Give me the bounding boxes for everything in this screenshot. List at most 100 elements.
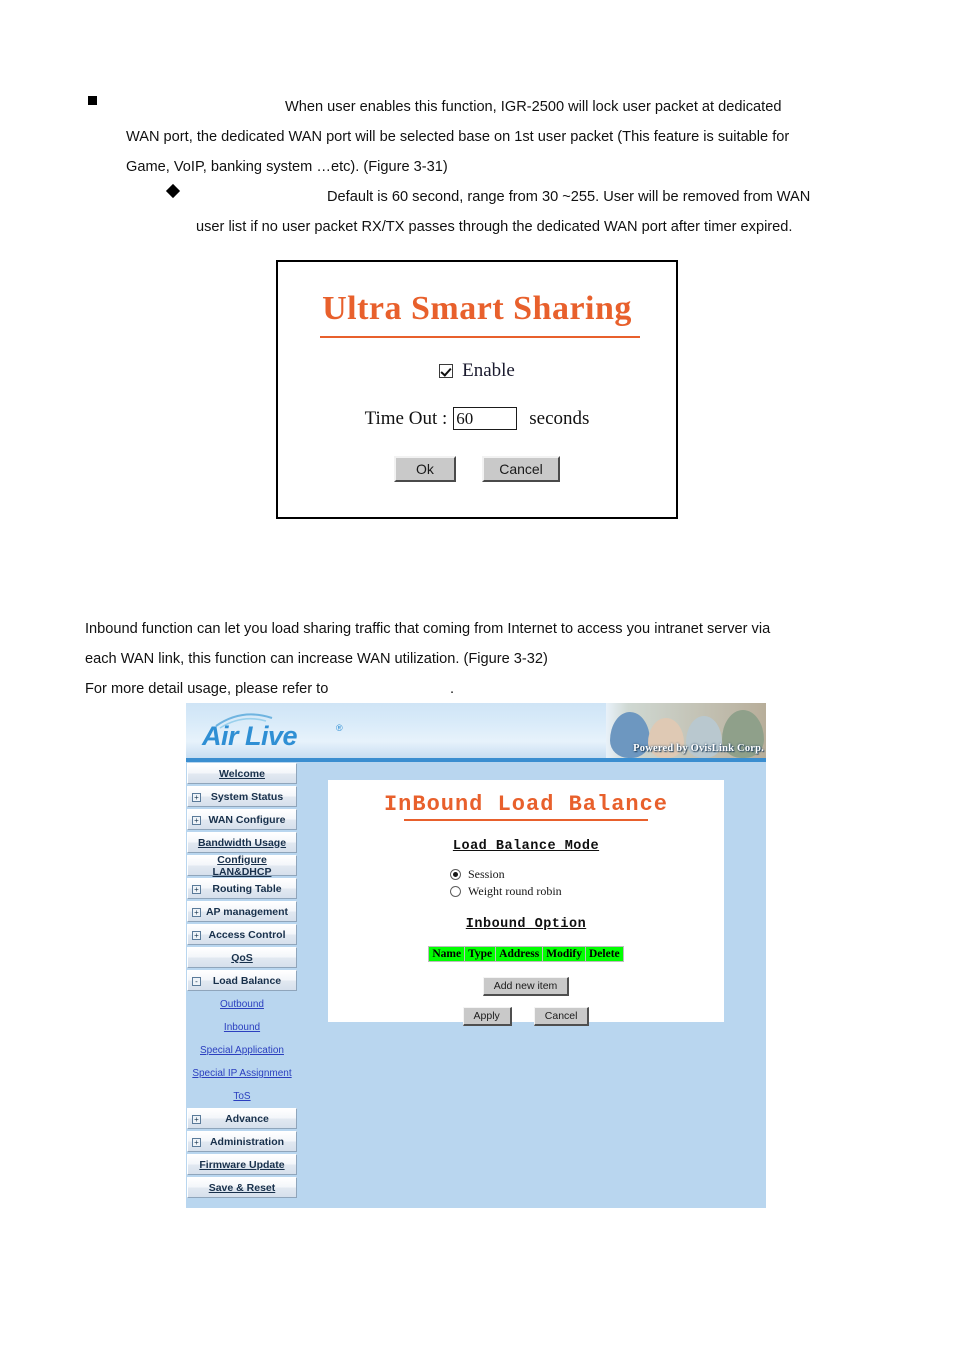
sidebar-item-label: Save & Reset (208, 1181, 276, 1194)
sidebar-item-outbound[interactable]: Outbound (187, 993, 297, 1016)
sidebar-item-label: AP management (205, 905, 289, 918)
sidebar-item-bandwidth-usage[interactable]: Bandwidth Usage (187, 832, 297, 853)
people-photo-banner: Powered by OvisLink Corp. (606, 703, 766, 758)
page-title-underline (404, 819, 648, 821)
sidebar-item-access-control[interactable]: + Access Control (187, 924, 297, 945)
radio-label: Weight round robin (468, 883, 562, 898)
router-header: Air Live ® Powered by OvisLink Corp. (186, 703, 766, 762)
expand-plus-icon[interactable]: + (192, 1138, 201, 1147)
radio-label: Session (468, 866, 505, 881)
cancel-button[interactable]: Cancel (482, 456, 560, 482)
table-header-type: Type (464, 945, 497, 962)
dialog-title-underline (320, 336, 640, 338)
apply-button[interactable]: Apply (462, 1006, 512, 1026)
sidebar-item-firmware-update[interactable]: Firmware Update (187, 1154, 297, 1175)
table-header-name: Name (428, 945, 466, 962)
table-header-row: Name Type Address Modify Delete (428, 945, 624, 962)
sidebar-item-label: QoS (231, 951, 253, 964)
sidebar-item-special-ip-assignment[interactable]: Special IP Assignment (187, 1062, 297, 1085)
powered-by-label: Powered by OvisLink Corp. (633, 743, 764, 754)
bullet2-line2: user list if no user packet RX/TX passes… (196, 219, 793, 235)
table-header-delete: Delete (585, 945, 624, 962)
add-new-item-button[interactable]: Add new item (482, 976, 570, 996)
airlive-logo-text: Air Live (202, 721, 298, 751)
square-bullet-icon (88, 96, 97, 105)
sidebar-item-label: Configure LAN&DHCP (212, 853, 272, 878)
bullet1-line2: WAN port, the dedicated WAN port will be… (126, 129, 790, 145)
bullet2-line1: Default is 60 second, range from 30 ~255… (327, 189, 811, 205)
load-balance-mode-heading: Load Balance Mode (452, 838, 600, 854)
router-body: Welcome + System Status + WAN Configure … (186, 762, 766, 1208)
paragraph2-line3-tail: . (450, 681, 455, 697)
sidebar-subitem-label: Outbound (220, 999, 264, 1010)
expand-plus-icon[interactable]: + (192, 816, 201, 825)
table-header-address: Address (495, 945, 544, 962)
airlive-logo: Air Live ® (202, 711, 352, 753)
radio-option-session[interactable]: Session (450, 866, 724, 883)
sidebar-item-label: Load Balance (212, 974, 282, 987)
sidebar-item-label: Bandwidth Usage (197, 836, 287, 849)
radio-icon[interactable] (450, 885, 461, 897)
sidebar-item-inbound[interactable]: Inbound (187, 1016, 297, 1039)
bullet1-line3: Game, VoIP, banking system …etc). (Figur… (126, 159, 448, 175)
load-balance-mode-radio-group: Session Weight round robin (328, 866, 724, 900)
sidebar: Welcome + System Status + WAN Configure … (187, 763, 297, 1200)
dialog-button-row: Ok Cancel (278, 456, 676, 482)
paragraph2-line1: Inbound function can let you load sharin… (85, 621, 771, 637)
sidebar-item-label: Advance (225, 1112, 269, 1125)
radio-option-weight-round-robin[interactable]: Weight round robin (450, 883, 724, 900)
enable-label: Enable (462, 360, 515, 381)
sidebar-item-label: Welcome (219, 767, 265, 780)
sidebar-item-label: WAN Configure (208, 813, 286, 826)
ok-button[interactable]: Ok (394, 456, 456, 482)
inbound-option-table: Name Type Address Modify Delete (428, 945, 624, 962)
sidebar-item-routing-table[interactable]: + Routing Table (187, 878, 297, 899)
diamond-bullet-icon (165, 183, 181, 199)
expand-plus-icon[interactable]: + (192, 908, 201, 917)
sidebar-item-label: System Status (210, 790, 284, 803)
sidebar-item-load-balance[interactable]: - Load Balance (187, 970, 297, 991)
timeout-label: Time Out : (364, 407, 448, 429)
sidebar-item-ap-management[interactable]: + AP management (187, 901, 297, 922)
sidebar-subitem-label: Special Application (200, 1045, 284, 1056)
sidebar-subitem-label: Special IP Assignment (192, 1068, 292, 1079)
inbound-option-heading: Inbound Option (465, 916, 587, 932)
sidebar-item-special-application[interactable]: Special Application (187, 1039, 297, 1062)
router-web-ui-screenshot: Air Live ® Powered by OvisLink Corp. Wel… (186, 703, 766, 1208)
add-button-row: Add new item (328, 976, 724, 996)
sidebar-item-wan-configure[interactable]: + WAN Configure (187, 809, 297, 830)
form-button-row: Apply Cancel (328, 1006, 724, 1026)
paragraph2-line2: each WAN link, this function can increas… (85, 651, 548, 667)
radio-icon[interactable] (450, 868, 461, 880)
expand-plus-icon[interactable]: + (192, 931, 201, 940)
sidebar-item-system-status[interactable]: + System Status (187, 786, 297, 807)
expand-plus-icon[interactable]: + (192, 1115, 201, 1124)
bullet1-line1: When user enables this function, IGR-250… (285, 99, 782, 115)
cancel-button[interactable]: Cancel (533, 1006, 590, 1026)
sidebar-item-advance[interactable]: + Advance (187, 1108, 297, 1129)
sidebar-item-tos[interactable]: ToS (187, 1085, 297, 1108)
sidebar-item-configure-lan-dhcp[interactable]: Configure LAN&DHCP (187, 853, 297, 878)
sidebar-subitem-label: ToS (233, 1091, 251, 1102)
sidebar-item-label: Access Control (208, 928, 286, 941)
sidebar-item-label: Routing Table (212, 882, 282, 895)
sidebar-item-administration[interactable]: + Administration (187, 1131, 297, 1152)
dialog-title: Ultra Smart Sharing (322, 290, 632, 327)
expand-plus-icon[interactable]: + (192, 885, 201, 894)
timeout-input[interactable] (453, 407, 518, 430)
page-title: InBound Load Balance (383, 792, 669, 817)
collapse-minus-icon[interactable]: - (192, 977, 201, 986)
sidebar-item-save-reset[interactable]: Save & Reset (187, 1177, 297, 1198)
sidebar-subitem-label: Inbound (223, 1022, 261, 1033)
timeout-unit-label: seconds (529, 407, 590, 429)
expand-plus-icon[interactable]: + (192, 793, 201, 802)
main-content-panel: InBound Load Balance Load Balance Mode S… (328, 780, 724, 1026)
enable-row: Enable (278, 360, 676, 382)
sidebar-item-qos[interactable]: QoS (187, 947, 297, 968)
sidebar-item-welcome[interactable]: Welcome (187, 763, 297, 784)
enable-checkbox[interactable] (439, 364, 454, 378)
inbound-table-wrapper: Name Type Address Modify Delete (328, 945, 724, 962)
paragraph2-line3: For more detail usage, please refer to (85, 681, 329, 697)
registered-mark-icon: ® (336, 723, 343, 733)
table-header-modify: Modify (542, 945, 586, 962)
